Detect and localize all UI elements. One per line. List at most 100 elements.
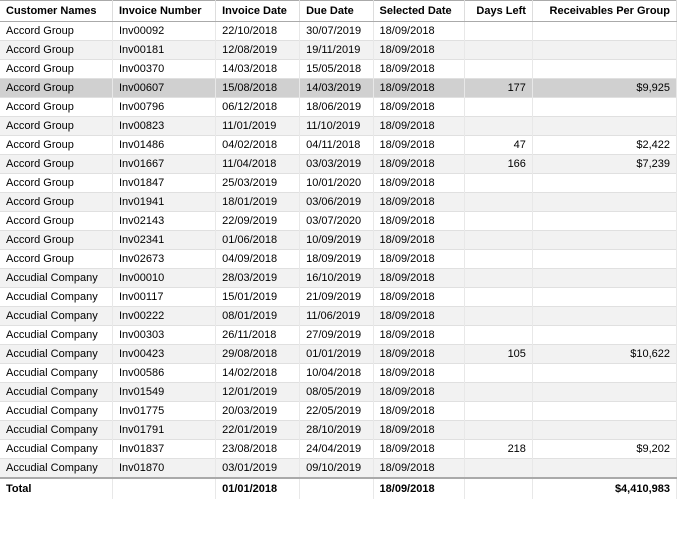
cell-invoice-number: Inv00117 [112,288,215,307]
table-row[interactable]: Accudial CompanyInv0011715/01/201921/09/… [0,288,677,307]
cell-days-left [465,421,532,440]
cell-invoice-date: 22/01/2019 [216,421,300,440]
cell-customer: Accudial Company [0,326,112,345]
cell-invoice-number: Inv01837 [112,440,215,459]
cell-invoice-date: 23/08/2018 [216,440,300,459]
table-row[interactable]: Accudial CompanyInv0154912/01/201908/05/… [0,383,677,402]
cell-days-left [465,212,532,231]
cell-selected-date: 18/09/2018 [373,364,465,383]
table-row[interactable]: Accudial CompanyInv0001028/03/201916/10/… [0,269,677,288]
cell-receivables [532,383,676,402]
cell-receivables [532,98,676,117]
table-row[interactable]: Accord GroupInv0148604/02/201804/11/2018… [0,136,677,155]
cell-days-left: 177 [465,79,532,98]
cell-invoice-number: Inv01941 [112,193,215,212]
cell-customer: Accudial Company [0,364,112,383]
cell-selected-date: 18/09/2018 [373,345,465,364]
cell-due-date: 30/07/2019 [300,22,373,41]
cell-days-left: 166 [465,155,532,174]
table-row[interactable]: Accudial CompanyInv0179122/01/201928/10/… [0,421,677,440]
table-row[interactable]: Accudial CompanyInv0058614/02/201810/04/… [0,364,677,383]
cell-customer: Accudial Company [0,288,112,307]
cell-invoice-date: 01/06/2018 [216,231,300,250]
cell-selected-date: 18/09/2018 [373,193,465,212]
table-row[interactable]: Accord GroupInv0184725/03/201910/01/2020… [0,174,677,193]
cell-days-left [465,41,532,60]
footer-receivables: $4,410,983 [532,478,676,499]
cell-due-date: 14/03/2019 [300,79,373,98]
cell-invoice-number: Inv00607 [112,79,215,98]
cell-due-date: 10/09/2019 [300,231,373,250]
cell-customer: Accord Group [0,193,112,212]
table-row[interactable]: Accord GroupInv0214322/09/201903/07/2020… [0,212,677,231]
table-header: Customer Names Invoice Number Invoice Da… [0,1,677,22]
cell-customer: Accudial Company [0,383,112,402]
cell-invoice-date: 12/08/2019 [216,41,300,60]
table-row[interactable]: Accudial CompanyInv0187003/01/201909/10/… [0,459,677,479]
footer-invoice-number [112,478,215,499]
cell-days-left [465,174,532,193]
cell-due-date: 03/06/2019 [300,193,373,212]
cell-invoice-number: Inv01486 [112,136,215,155]
cell-due-date: 18/09/2019 [300,250,373,269]
cell-days-left [465,193,532,212]
cell-receivables [532,288,676,307]
cell-selected-date: 18/09/2018 [373,402,465,421]
col-customer: Customer Names [0,1,112,22]
cell-selected-date: 18/09/2018 [373,288,465,307]
table-row[interactable]: Accudial CompanyInv0042329/08/201801/01/… [0,345,677,364]
cell-due-date: 27/09/2019 [300,326,373,345]
table-row[interactable]: Accord GroupInv0060715/08/201814/03/2019… [0,79,677,98]
footer-due-date [300,478,373,499]
table-row[interactable]: Accudial CompanyInv0177520/03/201922/05/… [0,402,677,421]
cell-customer: Accord Group [0,117,112,136]
cell-receivables [532,231,676,250]
cell-receivables [532,269,676,288]
table-row[interactable]: Accord GroupInv0018112/08/201919/11/2019… [0,41,677,60]
cell-invoice-date: 22/10/2018 [216,22,300,41]
cell-invoice-date: 18/01/2019 [216,193,300,212]
cell-selected-date: 18/09/2018 [373,60,465,79]
cell-receivables: $9,925 [532,79,676,98]
cell-customer: Accord Group [0,41,112,60]
table-row[interactable]: Accudial CompanyInv0030326/11/201827/09/… [0,326,677,345]
table-row[interactable]: Accord GroupInv0234101/06/201810/09/2019… [0,231,677,250]
cell-days-left [465,459,532,479]
cell-invoice-date: 03/01/2019 [216,459,300,479]
table-row[interactable]: Accudial CompanyInv0022208/01/201911/06/… [0,307,677,326]
cell-selected-date: 18/09/2018 [373,231,465,250]
table-row[interactable]: Accord GroupInv0194118/01/201903/06/2019… [0,193,677,212]
table-row[interactable]: Accord GroupInv0267304/09/201818/09/2019… [0,250,677,269]
cell-due-date: 24/04/2019 [300,440,373,459]
cell-invoice-date: 20/03/2019 [216,402,300,421]
table-row[interactable]: Accudial CompanyInv0183723/08/201824/04/… [0,440,677,459]
cell-days-left [465,60,532,79]
cell-invoice-number: Inv01847 [112,174,215,193]
cell-receivables [532,193,676,212]
table-row[interactable]: Accord GroupInv0079606/12/201818/06/2019… [0,98,677,117]
footer-selected-date: 18/09/2018 [373,478,465,499]
cell-due-date: 16/10/2019 [300,269,373,288]
table-row[interactable]: Accord GroupInv0166711/04/201803/03/2019… [0,155,677,174]
table-row[interactable]: Accord GroupInv0037014/03/201815/05/2018… [0,60,677,79]
col-due-date: Due Date [300,1,373,22]
cell-due-date: 04/11/2018 [300,136,373,155]
cell-receivables: $7,239 [532,155,676,174]
cell-due-date: 19/11/2019 [300,41,373,60]
cell-customer: Accord Group [0,79,112,98]
cell-customer: Accord Group [0,231,112,250]
table-row[interactable]: Accord GroupInv0009222/10/201830/07/2019… [0,22,677,41]
cell-customer: Accudial Company [0,269,112,288]
cell-selected-date: 18/09/2018 [373,250,465,269]
cell-receivables: $2,422 [532,136,676,155]
cell-selected-date: 18/09/2018 [373,117,465,136]
cell-invoice-number: Inv00796 [112,98,215,117]
cell-receivables [532,364,676,383]
col-receivables: Receivables Per Group [532,1,676,22]
cell-customer: Accord Group [0,212,112,231]
table-row[interactable]: Accord GroupInv0082311/01/201911/10/2019… [0,117,677,136]
cell-days-left [465,250,532,269]
cell-days-left [465,231,532,250]
cell-receivables [532,307,676,326]
cell-days-left [465,402,532,421]
